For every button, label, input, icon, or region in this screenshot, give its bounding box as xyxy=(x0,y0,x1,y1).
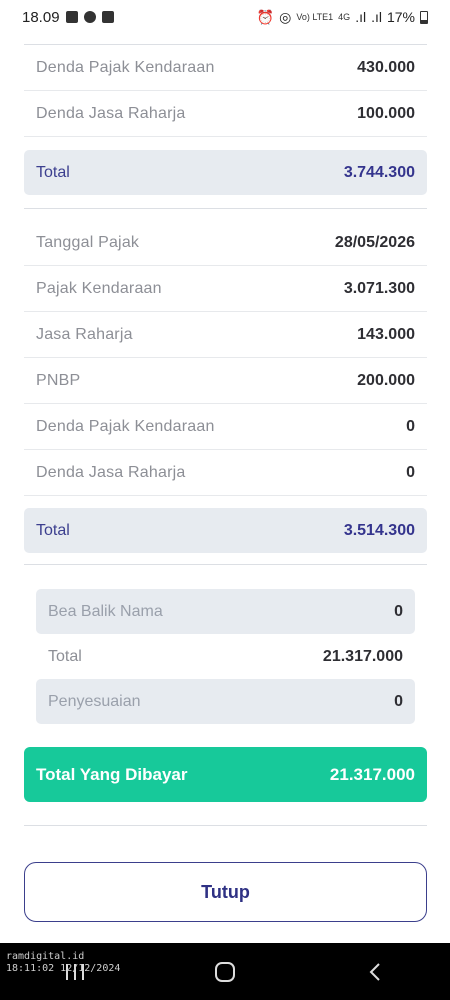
row-jasa-raharja: Jasa Raharja 143.000 xyxy=(24,312,427,358)
row-denda-pajak-2: Denda Pajak Kendaraan 0 xyxy=(24,404,427,450)
summary-total-row: Total 21.317.000 xyxy=(36,634,415,679)
total-label: Total xyxy=(36,163,70,181)
volte-icon: Vo) LTE1 xyxy=(296,11,334,22)
row-label: Jasa Raharja xyxy=(36,325,133,343)
row-pnbp: PNBP 200.000 xyxy=(24,358,427,404)
hotspot-icon: ◎ xyxy=(279,8,292,25)
penyesuaian-label: Penyesuaian xyxy=(48,692,141,710)
watermark-line-2: 18:11:02 12/12/2024 xyxy=(6,963,121,974)
row-value: 3.071.300 xyxy=(343,279,415,297)
row-label: Denda Jasa Raharja xyxy=(36,104,186,122)
row-label: PNBP xyxy=(36,371,81,389)
row-value: 200.000 xyxy=(357,371,415,389)
row-denda-pajak-1: Denda Pajak Kendaraan 430.000 xyxy=(24,45,427,91)
total-box-1: Total 3.744.300 xyxy=(24,150,427,195)
divider-2 xyxy=(24,564,427,565)
status-left: 18.09 xyxy=(22,9,114,26)
status-bar: 18.09 ⏰ ◎ Vo) LTE1 4G .ıl .ıl 17% xyxy=(0,0,450,34)
close-button[interactable]: Tutup xyxy=(24,862,427,922)
row-label: Tanggal Pajak xyxy=(36,233,140,251)
row-tanggal-pajak: Tanggal Pajak 28/05/2026 xyxy=(24,220,427,266)
total-label: Total xyxy=(36,521,70,539)
battery-percent: 17% xyxy=(386,9,415,25)
back-icon xyxy=(369,962,380,981)
row-denda-jasa-2: Denda Jasa Raharja 0 xyxy=(24,450,427,496)
row-label: Denda Jasa Raharja xyxy=(36,463,186,481)
alarm-icon: ⏰ xyxy=(256,8,275,25)
detail-content: Denda Pajak Kendaraan 430.000 Denda Jasa… xyxy=(24,44,427,922)
row-label: Pajak Kendaraan xyxy=(36,279,162,297)
grand-total-value: 21.317.000 xyxy=(329,764,415,784)
summary-total-value: 21.317.000 xyxy=(322,647,403,665)
row-pajak-kendaraan: Pajak Kendaraan 3.071.300 xyxy=(24,266,427,312)
watermark: ramdigital.id 18:11:02 12/12/2024 xyxy=(6,951,120,975)
row-value: 0 xyxy=(406,417,415,435)
watermark-line-1: ramdigital.id xyxy=(6,951,85,962)
total-value: 3.514.300 xyxy=(343,521,415,539)
back-button[interactable] xyxy=(345,952,405,992)
home-button[interactable] xyxy=(195,952,255,992)
penyesuaian-value: 0 xyxy=(394,692,403,710)
network-type: 4G xyxy=(338,11,351,22)
summary-group: Bea Balik Nama 0 Total 21.317.000 Penyes… xyxy=(24,589,427,724)
total-box-2: Total 3.514.300 xyxy=(24,508,427,553)
bea-balik-nama-row: Bea Balik Nama 0 xyxy=(36,589,415,634)
signal-icon-2: .ıl xyxy=(371,9,382,25)
status-time: 18.09 xyxy=(22,8,60,26)
battery-icon xyxy=(420,10,428,24)
messenger-icon xyxy=(83,11,96,23)
divider-1 xyxy=(24,208,427,209)
row-denda-jasa-1: Denda Jasa Raharja 100.000 xyxy=(24,91,427,137)
grand-total-label: Total Yang Dibayar xyxy=(36,764,188,784)
divider-3 xyxy=(24,825,427,826)
row-value: 143.000 xyxy=(357,325,415,343)
row-label: Denda Pajak Kendaraan xyxy=(36,58,215,76)
status-right: ⏰ ◎ Vo) LTE1 4G .ıl .ıl 17% xyxy=(257,9,428,26)
download-icon xyxy=(101,11,114,23)
signal-icon: .ıl xyxy=(355,9,367,25)
row-label: Denda Pajak Kendaraan xyxy=(36,417,215,435)
total-value: 3.744.300 xyxy=(343,163,415,181)
penyesuaian-row: Penyesuaian 0 xyxy=(36,679,415,724)
bea-balik-nama-label: Bea Balik Nama xyxy=(48,602,163,620)
summary-total-label: Total xyxy=(48,647,82,665)
section2: Tanggal Pajak 28/05/2026 Pajak Kendaraan… xyxy=(24,220,427,496)
bea-balik-nama-value: 0 xyxy=(394,602,403,620)
facebook-icon xyxy=(65,11,78,23)
grand-total-box: Total Yang Dibayar 21.317.000 xyxy=(24,747,427,802)
row-value: 100.000 xyxy=(357,104,415,122)
row-value: 28/05/2026 xyxy=(334,233,415,251)
home-icon xyxy=(215,961,235,982)
navigation-bar: ramdigital.id 18:11:02 12/12/2024 xyxy=(0,943,450,1000)
row-value: 430.000 xyxy=(357,58,415,76)
row-value: 0 xyxy=(406,463,415,481)
